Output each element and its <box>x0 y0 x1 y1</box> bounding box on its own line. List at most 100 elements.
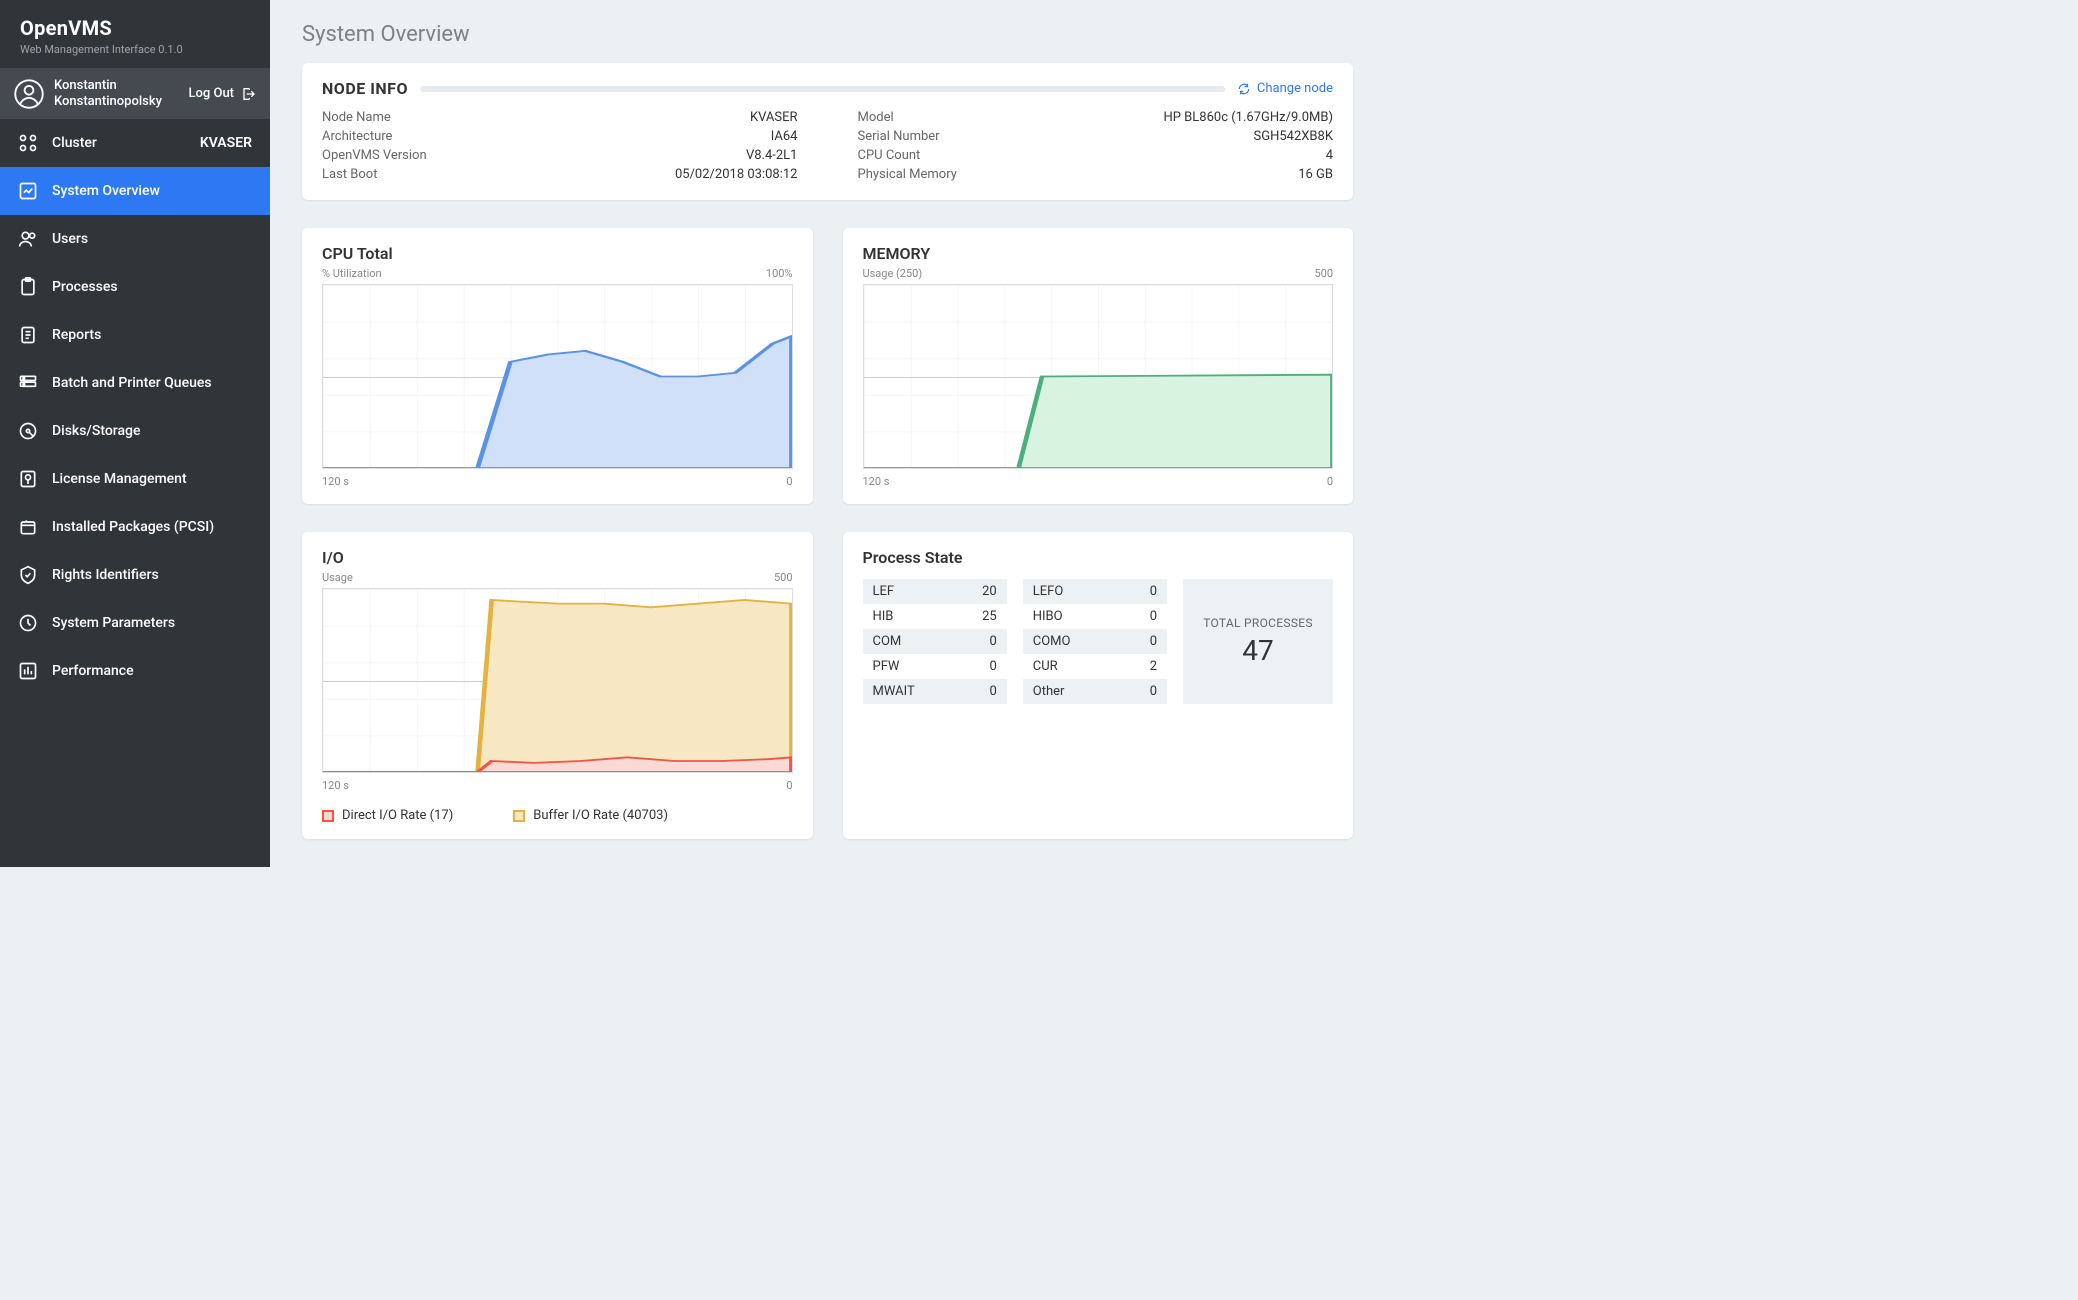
ps-key: MWAIT <box>873 684 915 699</box>
node-info-row: CPU Count4 <box>858 146 1334 165</box>
avatar-icon <box>14 79 44 109</box>
node-info-key: Model <box>858 110 894 125</box>
sidebar-item-reports[interactable]: Reports <box>0 311 270 359</box>
process-total-value: 47 <box>1199 634 1317 667</box>
brand: OpenVMS Web Management Interface 0.1.0 <box>0 0 270 68</box>
node-info-key: Last Boot <box>322 167 377 182</box>
nav-label: License Management <box>52 471 187 487</box>
sidebar-item-overview[interactable]: System Overview <box>0 167 270 215</box>
cpu-x1: 0 <box>786 475 792 488</box>
performance-icon <box>18 661 38 681</box>
ps-value: 25 <box>982 609 997 624</box>
nav-label: System Overview <box>52 183 160 199</box>
users-icon <box>18 229 38 249</box>
brand-title: OpenVMS <box>20 16 250 40</box>
change-node-link[interactable]: Change node <box>1237 81 1333 96</box>
node-info-value: HP BL860c (1.67GHz/9.0MB) <box>1163 110 1333 125</box>
logout-button[interactable]: Log Out <box>188 86 256 102</box>
nav-label: Reports <box>52 327 101 343</box>
refresh-icon <box>1237 82 1251 96</box>
process-state-row: PFW 0 <box>863 654 1007 679</box>
node-info-row: Model HP BL860c (1.67GHz/9.0MB) <box>858 108 1334 127</box>
io-card: I/O Usage500 120 s0 Direct I/O Rate (17)… <box>302 532 813 839</box>
memory-card: MEMORY Usage (250)500 120 s0 <box>843 228 1354 504</box>
process-state-row: Other 0 <box>1023 679 1167 704</box>
processes-icon <box>18 277 38 297</box>
main: System Overview NODE INFO Change node No… <box>270 0 1385 867</box>
ps-value: 0 <box>1150 609 1157 624</box>
node-info-key: Node Name <box>322 110 391 125</box>
node-info-key: Physical Memory <box>858 167 957 182</box>
ps-value: 2 <box>1150 659 1157 674</box>
change-node-label: Change node <box>1257 81 1333 96</box>
node-info-value: KVASER <box>750 110 798 125</box>
reports-icon <box>18 325 38 345</box>
sidebar-item-packages[interactable]: Installed Packages (PCSI) <box>0 503 270 551</box>
io-legend: Direct I/O Rate (17) Buffer I/O Rate (40… <box>322 808 793 823</box>
brand-subtitle: Web Management Interface 0.1.0 <box>20 43 250 56</box>
io-x1: 0 <box>786 779 792 792</box>
logout-icon <box>240 86 256 102</box>
queues-icon <box>18 373 38 393</box>
node-info-row: Physical Memory16 GB <box>858 165 1334 184</box>
node-info-key: OpenVMS Version <box>322 148 427 163</box>
ps-key: PFW <box>873 659 900 674</box>
user-name: Konstantin Konstantinopolsky <box>54 78 178 109</box>
cpu-ymax: 100% <box>766 267 793 280</box>
process-state-row: CUR 2 <box>1023 654 1167 679</box>
nav-label: System Parameters <box>52 615 175 631</box>
params-icon <box>18 613 38 633</box>
nav: System Overview Users Processes Reports Batc… <box>0 167 270 695</box>
process-total-label: TOTAL PROCESSES <box>1199 616 1317 630</box>
sidebar-item-params[interactable]: System Parameters <box>0 599 270 647</box>
sidebar-cluster[interactable]: Cluster KVASER <box>0 119 270 167</box>
nav-label: Performance <box>52 663 134 679</box>
sidebar-item-license[interactable]: License Management <box>0 455 270 503</box>
legend-direct-io: Direct I/O Rate (17) <box>322 808 453 823</box>
io-ylabel: Usage <box>322 571 353 584</box>
packages-icon <box>18 517 38 537</box>
process-state-row: COMO0 <box>1023 629 1167 654</box>
ps-key: COM <box>873 634 902 649</box>
process-state-row: COM 0 <box>863 629 1007 654</box>
node-progress-bar <box>420 86 1225 92</box>
process-state-title: Process State <box>863 548 1334 567</box>
sidebar-item-processes[interactable]: Processes <box>0 263 270 311</box>
sidebar-item-queues[interactable]: Batch and Printer Queues <box>0 359 270 407</box>
nav-label: Processes <box>52 279 118 295</box>
node-info-card: NODE INFO Change node Node NameKVASERArc… <box>302 63 1353 200</box>
ps-value: 0 <box>989 659 996 674</box>
logout-label: Log Out <box>188 86 234 101</box>
memory-ylabel: Usage (250) <box>863 267 923 280</box>
memory-x1: 0 <box>1327 475 1333 488</box>
cluster-label: Cluster <box>52 135 97 151</box>
node-info-value: IA64 <box>771 129 798 144</box>
nav-label: Batch and Printer Queues <box>52 375 212 391</box>
ps-value: 0 <box>1150 684 1157 699</box>
ps-value: 0 <box>989 634 996 649</box>
node-info-value: SGH542XB8K <box>1254 129 1333 144</box>
memory-ymax: 500 <box>1314 267 1333 280</box>
ps-value: 0 <box>1150 634 1157 649</box>
io-title: I/O <box>322 548 793 567</box>
sidebar-item-users[interactable]: Users <box>0 215 270 263</box>
ps-key: HIB <box>873 609 894 624</box>
sidebar-item-performance[interactable]: Performance <box>0 647 270 695</box>
ps-key: Other <box>1033 684 1065 699</box>
node-info-row: Node Name KVASER <box>322 108 798 127</box>
process-state-card: Process State LEF20HIB25COM0PFW0MWAIT0 L… <box>843 532 1354 839</box>
page-title: System Overview <box>302 22 1353 47</box>
process-state-row: HIB 25 <box>863 604 1007 629</box>
ps-key: LEF <box>873 584 895 599</box>
node-info-row: ArchitectureIA64 <box>322 127 798 146</box>
cpu-title: CPU Total <box>322 244 793 263</box>
license-icon <box>18 469 38 489</box>
process-state-row: MWAIT0 <box>863 679 1007 704</box>
ps-value: 0 <box>1150 584 1157 599</box>
io-x0: 120 s <box>322 779 349 792</box>
ps-key: LEFO <box>1033 584 1064 599</box>
ps-key: CUR <box>1033 659 1058 674</box>
cpu-ylabel: % Utilization <box>322 267 382 280</box>
sidebar-item-rights[interactable]: Rights Identifiers <box>0 551 270 599</box>
sidebar-item-disks[interactable]: Disks/Storage <box>0 407 270 455</box>
